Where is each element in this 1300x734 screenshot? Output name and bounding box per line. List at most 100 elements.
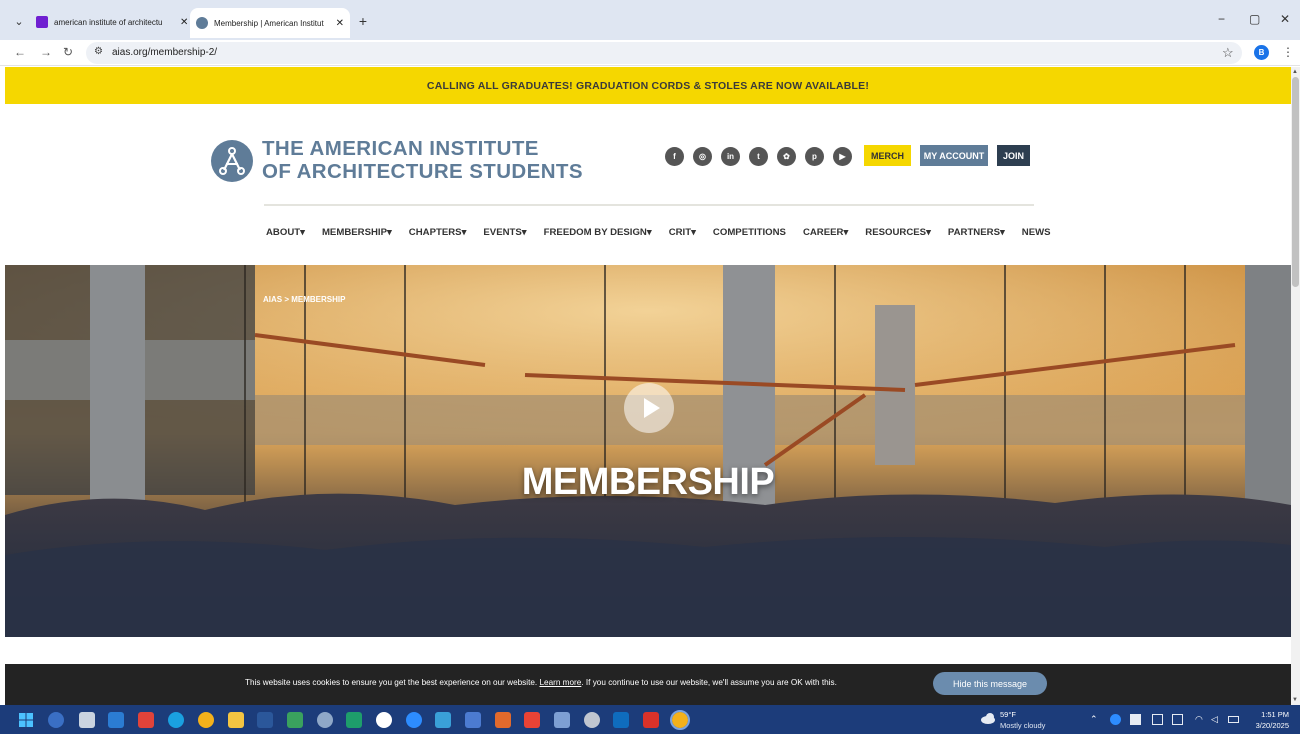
browser-tab-1[interactable]: american institute of architectu ✕ [30,10,194,34]
tab-title: american institute of architectu [54,17,163,27]
play-icon [644,398,660,418]
back-arrow-icon[interactable]: ← [14,45,26,59]
close-tab-icon[interactable]: ✕ [336,18,344,29]
cookie-message: This website uses cookies to ensure you … [245,678,837,687]
app-icon[interactable] [138,712,154,728]
windows-start-icon[interactable] [18,712,34,728]
search-icon[interactable] [48,712,64,728]
nav-item-chapters[interactable]: CHAPTERS▾ [409,227,467,238]
zoom-icon[interactable] [406,712,422,728]
zoom-tray-icon[interactable] [1110,714,1121,725]
yahoo-favicon-icon [36,16,48,28]
app-icon[interactable] [584,712,600,728]
linkedin-icon[interactable]: in [721,147,740,166]
nav-item-news[interactable]: NEWS [1022,227,1051,238]
word-icon[interactable] [257,712,273,728]
hero-banner: AIAS > MEMBERSHIP MEMBERSHIP [5,265,1291,637]
caret-down-icon: ▾ [646,227,652,238]
learn-more-link[interactable]: Learn more [539,678,581,687]
close-window-button[interactable]: ✕ [1280,12,1290,26]
nav-item-competitions[interactable]: COMPETITIONS [713,227,786,238]
minimize-button[interactable]: − [1218,12,1225,26]
scroll-down-arrow-icon[interactable]: ▼ [1292,697,1298,703]
reload-icon[interactable]: ↻ [63,45,73,59]
outlook-icon[interactable] [613,712,629,728]
wifi-icon[interactable]: ◠ [1195,714,1206,725]
caret-down-icon: ▾ [461,227,467,238]
nav-item-events[interactable]: EVENTS▾ [483,227,526,238]
app-icon[interactable] [346,712,362,728]
chrome-icon[interactable] [198,712,214,728]
clock-date[interactable]: 3/20/2025 [1250,721,1289,730]
hide-message-button[interactable]: Hide this message [933,672,1047,695]
display-icon[interactable] [1172,714,1183,725]
promo-banner[interactable]: CALLING ALL GRADUATES! GRADUATION CORDS … [5,67,1291,104]
aias-favicon-icon [196,17,208,29]
weather-description[interactable]: Mostly cloudy [1000,721,1045,730]
acrobat-icon[interactable] [643,712,659,728]
file-explorer-icon[interactable] [228,712,244,728]
profile-avatar[interactable]: B [1254,45,1269,60]
twitter-icon[interactable]: t [749,147,768,166]
nav-item-about[interactable]: ABOUT▾ [266,227,305,238]
keyboard-icon[interactable] [1152,714,1163,725]
excel-icon[interactable] [287,712,303,728]
browser-menu-icon[interactable]: ⋮ [1282,45,1294,59]
nav-item-resources[interactable]: RESOURCES▾ [865,227,931,238]
logo-line-1: THE AMERICAN INSTITUTE [262,137,539,160]
forward-arrow-icon[interactable]: → [40,45,52,59]
gmail-icon[interactable] [524,712,540,728]
weather-temperature[interactable]: 59°F [1000,710,1016,719]
app-icon[interactable] [465,712,481,728]
app-icon[interactable] [495,712,511,728]
social-links: f ◎ in t ✿ p ▶ [665,147,852,166]
app-icon[interactable] [376,712,392,728]
tray-chevron-up-icon[interactable]: ⌃ [1090,714,1101,725]
browser-tab-2[interactable]: Membership | American Institut ✕ [190,8,350,38]
merch-button[interactable]: MERCH [864,145,911,166]
instagram-icon[interactable]: ◎ [693,147,712,166]
new-tab-button[interactable]: + [354,12,372,30]
scrollbar-thumb[interactable] [1292,77,1299,287]
calculator-icon[interactable] [435,712,451,728]
tab-search-chevron-icon[interactable]: ⌄ [10,12,28,30]
tray-app-icon[interactable] [1130,714,1141,725]
facebook-icon[interactable]: f [665,147,684,166]
browser-toolbar: ← → ↻ ⚙ aias.org/membership-2/ ☆ B ⋮ [0,40,1300,66]
battery-icon[interactable] [1228,716,1239,723]
edge-icon[interactable] [168,712,184,728]
main-navigation: ABOUT▾ MEMBERSHIP▾ CHAPTERS▾ EVENTS▾ FRE… [266,227,1068,238]
scroll-up-arrow-icon[interactable]: ▲ [1292,69,1298,75]
play-video-button[interactable] [624,383,674,433]
clock-time[interactable]: 1:51 PM [1259,710,1289,719]
snapchat-icon[interactable]: ✿ [777,147,796,166]
nav-item-career[interactable]: CAREER▾ [803,227,848,238]
restore-button[interactable]: ▢ [1249,12,1260,26]
nav-item-crit[interactable]: CRIT▾ [669,227,696,238]
breadcrumb[interactable]: AIAS > MEMBERSHIP [263,295,345,304]
caret-down-icon: ▾ [300,227,305,238]
nav-item-membership[interactable]: MEMBERSHIP▾ [322,227,392,238]
join-button[interactable]: JOIN [997,145,1030,166]
my-account-button[interactable]: MY ACCOUNT [920,145,988,166]
settings-icon[interactable] [317,712,333,728]
page-title: MEMBERSHIP [521,461,775,503]
url-text[interactable]: aias.org/membership-2/ [112,47,217,58]
address-bar[interactable]: ⚙ aias.org/membership-2/ [86,42,1242,64]
site-info-icon[interactable]: ⚙ [94,46,103,57]
nav-item-freedom-by-design[interactable]: FREEDOM BY DESIGN▾ [544,227,652,238]
task-view-icon[interactable] [79,712,95,728]
nav-item-partners[interactable]: PARTNERS▾ [948,227,1005,238]
page-scrollbar[interactable]: ▲ ▼ [1291,67,1300,705]
app-icon[interactable] [554,712,570,728]
bookmark-star-icon[interactable]: ☆ [1222,45,1234,61]
volume-icon[interactable]: ◁ [1211,714,1222,725]
site-logo-text[interactable]: THE AMERICAN INSTITUTE OF ARCHITECTURE S… [262,137,583,183]
close-tab-icon[interactable]: ✕ [180,17,188,28]
outlook-icon[interactable] [108,712,124,728]
pinterest-icon[interactable]: p [805,147,824,166]
youtube-icon[interactable]: ▶ [833,147,852,166]
aias-logo-icon[interactable] [211,140,253,182]
hero-group-photo [5,265,1291,637]
chrome-active-icon[interactable] [670,710,690,730]
